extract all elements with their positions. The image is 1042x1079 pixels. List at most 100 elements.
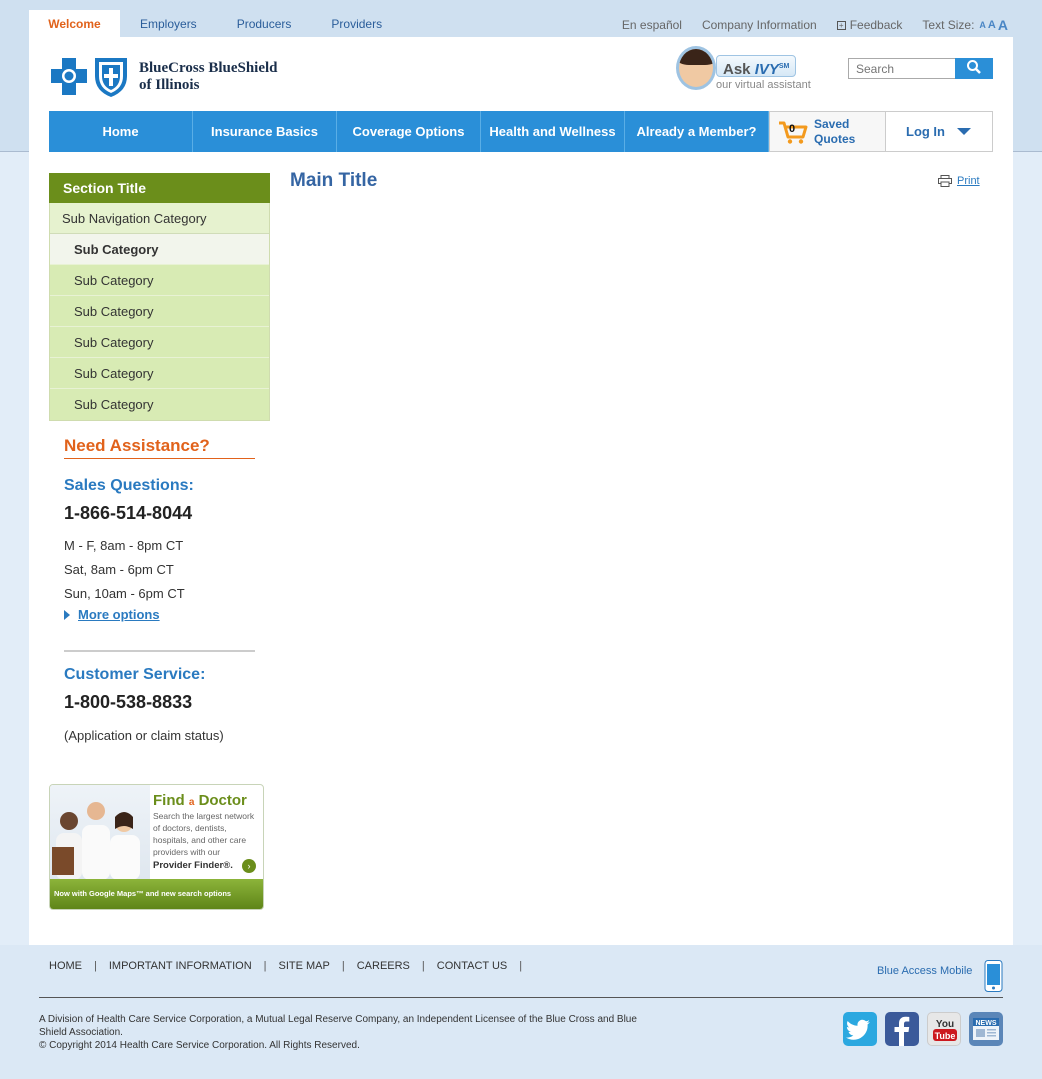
utility-links: En español Company Information + Feedback…	[602, 17, 1008, 33]
assistance-divider	[64, 650, 255, 652]
page-title: Main Title	[290, 170, 378, 191]
print-link[interactable]: Print	[938, 175, 980, 187]
ivy-name: IVY	[754, 61, 779, 78]
footer-important-info-link[interactable]: IMPORTANT INFORMATION	[109, 960, 252, 972]
hours-sunday: Sun, 10am - 6pm CT	[64, 586, 185, 601]
feedback-link[interactable]: + Feedback	[836, 18, 903, 32]
sub-category-item[interactable]: Sub Category	[50, 296, 269, 327]
doctors-photo	[50, 785, 150, 880]
sub-navigation: Sub Navigation Category Sub Category Sub…	[49, 203, 270, 421]
sub-category-item[interactable]: Sub Category	[50, 358, 269, 389]
legal-division: A Division of Health Care Service Corpor…	[39, 1014, 637, 1038]
hours-weekday: M - F, 8am - 8pm CT	[64, 538, 184, 553]
find-doctor-body: Search the largest network of doctors, d…	[153, 811, 255, 857]
logo-line1: BlueCross BlueShield	[139, 60, 278, 76]
section-title: Section Title	[49, 173, 270, 203]
quotes-count: 0	[789, 122, 796, 135]
customer-service-title: Customer Service:	[64, 666, 206, 683]
nav-coverage-options[interactable]: Coverage Options	[337, 111, 481, 152]
arrow-right-icon	[64, 609, 70, 620]
chevron-right-icon: ›	[242, 859, 256, 873]
saved-quotes-button[interactable]: 0 Saved Quotes	[769, 111, 886, 152]
ivy-subtitle: our virtual assistant	[716, 79, 811, 91]
blue-access-mobile-link[interactable]: Blue Access Mobile	[877, 965, 972, 977]
ivy-sm-mark: SM	[778, 63, 790, 70]
search-input[interactable]	[848, 58, 955, 79]
login-label: Log In	[906, 124, 945, 139]
sales-phone: 1-866-514-8044	[64, 503, 193, 523]
footer-careers-link[interactable]: CAREERS	[357, 960, 410, 972]
ask-ivy-widget[interactable]: Ask IVYSM our virtual assistant	[676, 46, 816, 92]
bcbs-cross-shield-icon	[49, 57, 127, 97]
feedback-label: Feedback	[849, 18, 903, 32]
tab-providers[interactable]: Providers	[311, 10, 402, 37]
search-icon	[967, 60, 981, 74]
tab-employers[interactable]: Employers	[120, 10, 217, 37]
need-assistance-panel: Need Assistance? Sales Questions: 1-866-…	[64, 436, 255, 743]
search-button[interactable]	[955, 58, 993, 79]
provider-finder-label: Provider Finder®.	[153, 860, 233, 871]
more-options-label: More options	[78, 607, 160, 622]
sub-category-item[interactable]: Sub Category	[50, 327, 269, 358]
logo-line2: of Illinois	[139, 77, 200, 93]
printer-icon	[938, 175, 952, 187]
mobile-phone-icon[interactable]	[984, 960, 1003, 992]
legal-text: A Division of Health Care Service Corpor…	[39, 1013, 659, 1052]
news-icon[interactable]: NEWS	[969, 1012, 1003, 1046]
footer-contact-link[interactable]: CONTACT US	[437, 960, 508, 972]
footer-home-link[interactable]: HOME	[49, 960, 82, 972]
ivy-ask-label: Ask	[723, 61, 751, 78]
twitter-icon[interactable]	[843, 1012, 877, 1046]
footer-links: HOME | IMPORTANT INFORMATION | SITE MAP | C…	[49, 960, 523, 972]
find-doctor-tagline: Now with Google Maps™ and new search opt…	[50, 879, 263, 909]
svg-text:Tube: Tube	[935, 1031, 956, 1041]
bcbs-logo[interactable]: BlueCross BlueShield of Illinois	[49, 56, 278, 98]
text-size-label: Text Size:	[922, 18, 975, 32]
cart-icon: 0	[778, 119, 808, 145]
text-size-large[interactable]: A	[998, 17, 1008, 33]
find-doctor-title: Find a Doctor	[153, 792, 247, 809]
sub-nav-category[interactable]: Sub Navigation Category	[50, 203, 269, 234]
copyright: © Copyright 2014 Health Care Service Cor…	[39, 1040, 360, 1051]
chevron-down-icon	[957, 128, 971, 135]
company-info-link[interactable]: Company Information	[702, 18, 817, 32]
hours-saturday: Sat, 8am - 6pm CT	[64, 562, 174, 577]
assistance-title: Need Assistance?	[64, 436, 255, 459]
print-label: Print	[957, 175, 980, 187]
svg-text:NEWS: NEWS	[976, 1020, 997, 1027]
text-size-medium[interactable]: A	[988, 19, 996, 31]
saved-quotes-label: Saved Quotes	[814, 116, 856, 146]
tab-producers[interactable]: Producers	[217, 10, 312, 37]
text-size-small[interactable]: A	[979, 20, 986, 30]
espanol-link[interactable]: En español	[622, 18, 682, 32]
audience-tabs: Welcome Employers Producers Providers	[29, 10, 402, 37]
more-options-link[interactable]: More options	[64, 607, 255, 622]
customer-service-phone: 1-800-538-8833	[64, 692, 193, 712]
find-word: Find	[153, 792, 185, 809]
doctor-word: Doctor	[198, 792, 247, 809]
plus-icon: +	[836, 21, 846, 30]
facebook-icon[interactable]	[885, 1012, 919, 1046]
sub-category-item[interactable]: Sub Category	[50, 265, 269, 296]
ivy-avatar	[676, 46, 716, 90]
a-word: a	[188, 797, 195, 808]
find-a-doctor-banner[interactable]: Find a Doctor Search the largest network…	[49, 784, 264, 910]
search-box	[848, 58, 993, 79]
sales-title: Sales Questions:	[64, 477, 194, 494]
social-links: You Tube NEWS	[843, 1012, 1011, 1046]
footer-divider	[39, 997, 1003, 998]
sub-category-item[interactable]: Sub Category	[50, 389, 269, 420]
nav-health-wellness[interactable]: Health and Wellness	[481, 111, 625, 152]
tab-welcome[interactable]: Welcome	[29, 10, 120, 37]
footer-site-map-link[interactable]: SITE MAP	[279, 960, 330, 972]
nav-home[interactable]: Home	[49, 111, 193, 152]
ivy-bubble: Ask IVYSM	[716, 55, 797, 78]
nav-already-member[interactable]: Already a Member?	[625, 111, 769, 152]
customer-service-note: (Application or claim status)	[64, 728, 224, 743]
svg-text:You: You	[936, 1019, 954, 1030]
youtube-icon[interactable]: You Tube	[927, 1012, 961, 1046]
nav-insurance-basics[interactable]: Insurance Basics	[193, 111, 337, 152]
main-nav: Home Insurance Basics Coverage Options H…	[49, 111, 993, 152]
login-dropdown[interactable]: Log In	[886, 111, 993, 152]
sub-category-item[interactable]: Sub Category	[50, 234, 269, 265]
